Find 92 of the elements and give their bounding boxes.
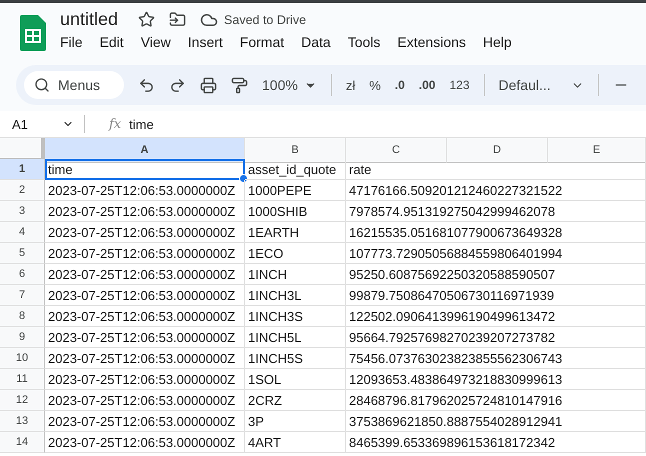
table-cell: 12093653.483864973218830999613: [346, 369, 646, 390]
document-title[interactable]: untitled: [60, 9, 118, 30]
row-header[interactable]: 5: [0, 243, 45, 264]
paint-roller-icon[interactable]: [231, 76, 248, 94]
table-cell: 1EARTH: [245, 222, 346, 243]
table-cell: 1INCH5S: [245, 348, 346, 369]
table-cell: 2023-07-25T12:06:53.0000000Z: [45, 306, 245, 327]
row-header[interactable]: 12: [0, 390, 45, 411]
table-cell: 2023-07-25T12:06:53.0000000Z: [45, 180, 245, 201]
save-status: Saved to Drive: [224, 12, 306, 26]
table-cell: 1INCH3S: [245, 306, 346, 327]
menu-search-field[interactable]: Menus: [24, 71, 124, 99]
table-cell: rate: [346, 159, 646, 180]
table-cell: 1SOL: [245, 369, 346, 390]
table-cell: 2023-07-25T12:06:53.0000000Z: [45, 369, 245, 390]
print-icon[interactable]: [200, 76, 217, 94]
row-header[interactable]: 6: [0, 264, 45, 285]
row-header[interactable]: 10: [0, 348, 45, 369]
table-cell: 2023-07-25T12:06:53.0000000Z: [45, 390, 245, 411]
table-cell: 8465399.653369896153618172342: [346, 432, 646, 453]
table-cell: 99879.75086470506730116971939: [346, 285, 646, 306]
table-cell: 107773.72905056884559806401994: [346, 243, 646, 264]
row-header[interactable]: 4: [0, 222, 45, 243]
table-cell: 3P: [245, 411, 346, 432]
sheets-logo[interactable]: [20, 15, 46, 51]
redo-icon[interactable]: [169, 76, 186, 94]
menu-item[interactable]: Data: [301, 32, 338, 52]
table-cell: 3753869621850.8887554028912941: [346, 411, 646, 432]
formula-input[interactable]: time: [129, 116, 154, 132]
row-header[interactable]: 2: [0, 180, 45, 201]
table-cell: 1ECO: [245, 243, 346, 264]
currency-button[interactable]: zł: [346, 78, 356, 92]
row-header[interactable]: 13: [0, 411, 45, 432]
table-cell: 7978574.951319275042999462078: [346, 201, 646, 222]
table-cell: 2023-07-25T12:06:53.0000000Z: [45, 201, 245, 222]
column-header[interactable]: A: [45, 138, 245, 163]
menu-item[interactable]: Edit: [100, 32, 131, 52]
zoom-dropdown[interactable]: 100%: [262, 77, 317, 93]
column-header[interactable]: E: [548, 138, 646, 163]
table-cell: 95250.60875692250320588590507: [346, 264, 646, 285]
function-label: fx: [109, 116, 122, 132]
font-dropdown[interactable]: Defaul...: [498, 77, 584, 93]
table-cell: 2023-07-25T12:06:53.0000000Z: [45, 432, 245, 453]
table-cell: 1000SHIB: [245, 201, 346, 222]
row-header[interactable]: 1: [0, 159, 45, 180]
column-header[interactable]: C: [346, 138, 447, 163]
menu-item[interactable]: File: [60, 32, 90, 52]
increase-decimals-button[interactable]: .00: [418, 78, 436, 92]
table-cell: 2023-07-25T12:06:53.0000000Z: [45, 327, 245, 348]
table-cell: 4ART: [245, 432, 346, 453]
menu-item[interactable]: Format: [240, 32, 292, 52]
table-cell: 2023-07-25T12:06:53.0000000Z: [45, 411, 245, 432]
folder-icon[interactable]: [169, 11, 186, 28]
menu-item[interactable]: Tools: [348, 32, 388, 52]
table-cell: 2023-07-25T12:06:53.0000000Z: [45, 222, 245, 243]
table-cell: 2023-07-25T12:06:53.0000000Z: [45, 243, 245, 264]
table-cell: 2023-07-25T12:06:53.0000000Z: [45, 348, 245, 369]
table-cell: 47176166.509201212460227321522: [346, 180, 646, 201]
menu-item[interactable]: View: [140, 32, 178, 52]
table-cell: time: [45, 159, 245, 180]
decrease-decimals-button[interactable]: .0: [394, 78, 405, 92]
fill-handle[interactable]: [239, 174, 248, 183]
menu-item[interactable]: Insert: [188, 32, 230, 52]
column-header[interactable]: D: [447, 138, 548, 163]
undo-icon[interactable]: [138, 76, 155, 94]
row-header[interactable]: 8: [0, 306, 45, 327]
row-header[interactable]: 9: [0, 327, 45, 348]
table-cell: 1INCH3L: [245, 285, 346, 306]
table-cell: asset_id_quote: [245, 159, 346, 180]
star-icon[interactable]: [138, 11, 156, 28]
table-cell: 122502.0906413996190499613472: [346, 306, 646, 327]
table-cell: 2CRZ: [245, 390, 346, 411]
number-format-button[interactable]: 123: [449, 78, 470, 92]
menu-item[interactable]: Extensions: [397, 32, 473, 52]
cell-reference[interactable]: A1: [0, 116, 92, 132]
table-cell: 1INCH5L: [245, 327, 346, 348]
row-header[interactable]: 11: [0, 369, 45, 390]
table-cell: 95664.79257698270239207273782: [346, 327, 646, 348]
column-header[interactable]: B: [245, 138, 346, 163]
menu-item[interactable]: Help: [482, 32, 519, 52]
table-cell: 75456.073763023823855562306743: [346, 348, 646, 369]
table-cell: 1INCH: [245, 264, 346, 285]
table-cell: 1000PEPE: [245, 180, 346, 201]
row-header[interactable]: 7: [0, 285, 45, 306]
percent-button[interactable]: %: [369, 78, 381, 92]
table-cell: 2023-07-25T12:06:53.0000000Z: [45, 264, 245, 285]
search-icon: [34, 77, 50, 93]
table-cell: 16215535.051681077900673649328: [346, 222, 646, 243]
table-cell: 28468796.817962025724810147916: [346, 390, 646, 411]
row-header[interactable]: 14: [0, 432, 45, 453]
row-header[interactable]: 3: [0, 201, 45, 222]
table-cell: 2023-07-25T12:06:53.0000000Z: [45, 285, 245, 306]
